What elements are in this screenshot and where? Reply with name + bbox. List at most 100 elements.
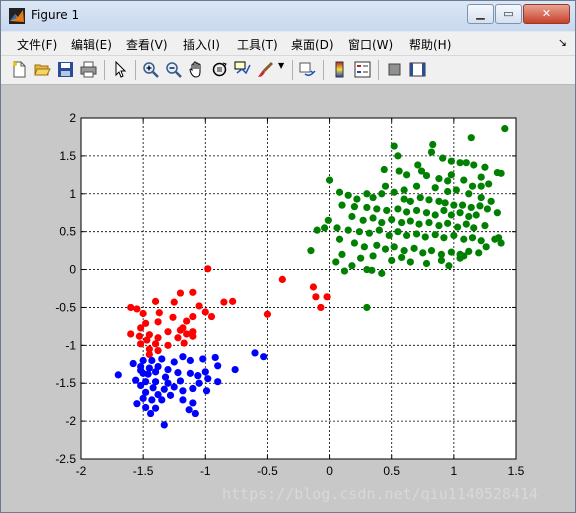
open-file-icon[interactable] — [34, 61, 51, 78]
print-icon[interactable] — [80, 61, 97, 78]
data-point — [164, 341, 172, 349]
minimize-button[interactable]: ▁ — [467, 4, 494, 24]
data-point — [417, 167, 426, 175]
menu-file[interactable]: 文件(F) — [17, 36, 57, 53]
x-tick-label: -0.5 — [257, 464, 278, 478]
data-cursor-icon[interactable] — [234, 61, 251, 78]
data-point — [189, 328, 197, 336]
data-point — [207, 312, 216, 321]
data-point — [460, 176, 468, 184]
data-point — [482, 243, 490, 251]
data-point — [390, 142, 398, 150]
data-point — [497, 169, 505, 177]
legend-icon[interactable] — [354, 61, 371, 78]
data-point — [477, 173, 485, 181]
data-point — [143, 336, 151, 344]
data-point — [388, 215, 396, 224]
data-point — [439, 154, 447, 162]
data-point — [422, 259, 431, 268]
data-point — [363, 203, 371, 212]
data-point — [133, 305, 141, 313]
data-point — [378, 269, 386, 277]
data-point — [137, 381, 145, 390]
menu-insert[interactable]: 插入(I) — [183, 36, 220, 53]
data-point — [148, 396, 156, 404]
data-point — [444, 219, 452, 227]
data-point — [183, 330, 191, 338]
zoom-out-icon[interactable] — [165, 61, 182, 78]
data-point — [419, 249, 427, 257]
data-point — [201, 368, 209, 376]
data-point — [435, 175, 443, 183]
data-point — [183, 317, 191, 325]
data-point — [350, 203, 359, 211]
data-point — [214, 378, 222, 386]
data-point — [468, 182, 477, 190]
new-figure-icon[interactable] — [11, 61, 28, 78]
menubar-dock-arrow-icon[interactable]: ↘ — [558, 36, 567, 49]
data-point — [132, 376, 140, 384]
data-point — [435, 222, 443, 230]
zoom-in-icon[interactable] — [142, 61, 159, 78]
data-point — [211, 353, 219, 362]
x-tick-label: -1.5 — [133, 464, 154, 478]
maximize-button[interactable]: ▭ — [495, 4, 522, 24]
menu-desktop[interactable]: 桌面(D) — [291, 36, 334, 53]
menu-tools[interactable]: 工具(T) — [237, 36, 278, 53]
data-point — [166, 391, 175, 399]
data-point — [368, 266, 376, 274]
edit-plot-icon[interactable] — [112, 61, 129, 78]
brush-icon[interactable] — [257, 61, 274, 78]
save-icon[interactable] — [57, 61, 74, 78]
menu-view[interactable]: 查看(V) — [126, 36, 168, 53]
data-point — [148, 356, 156, 365]
data-point — [431, 184, 439, 192]
data-point — [164, 365, 172, 374]
menu-window[interactable]: 窗口(W) — [348, 36, 393, 53]
brush-dropdown-icon[interactable]: ▼ — [278, 61, 286, 78]
menu-edit[interactable]: 编辑(E) — [71, 36, 112, 53]
data-point — [348, 262, 356, 270]
x-tick-label: -2 — [76, 464, 87, 478]
window-title: Figure 1 — [31, 8, 80, 22]
data-point — [422, 209, 431, 217]
scatter-plot[interactable]: -2 -1.5 -1 -0.5 0 0.5 1 1.5 2 1.5 1 0.5 0 -0.5 -1 -1.5 -… — [1, 85, 575, 512]
colorbar-icon[interactable] — [331, 61, 348, 78]
data-point — [338, 250, 346, 258]
title-bar[interactable]: Figure 1 ▁ ▭ ✕ — [1, 1, 575, 31]
data-point — [160, 421, 168, 429]
data-point — [231, 365, 239, 374]
data-point — [369, 193, 377, 202]
show-plot-tools-icon[interactable] — [409, 61, 426, 78]
data-point — [164, 328, 172, 336]
data-point — [378, 218, 386, 227]
data-point — [375, 226, 383, 234]
close-button[interactable]: ✕ — [523, 4, 570, 24]
x-tick-label: 1 — [451, 464, 458, 478]
menu-help[interactable]: 帮助(H) — [409, 36, 451, 53]
y-tick-label: 0 — [69, 263, 76, 277]
link-plot-icon[interactable] — [299, 61, 316, 78]
data-point — [139, 394, 147, 402]
rotate-3d-icon[interactable] — [211, 61, 228, 78]
data-point — [425, 196, 433, 204]
pan-icon[interactable] — [188, 61, 205, 78]
data-point — [323, 293, 331, 301]
data-point — [251, 349, 259, 357]
data-point — [412, 182, 421, 190]
data-point — [309, 283, 318, 291]
data-point — [406, 258, 414, 266]
data-point — [475, 249, 483, 257]
hide-plot-tools-icon[interactable] — [386, 61, 403, 78]
data-point — [313, 226, 321, 234]
data-point — [415, 220, 423, 228]
data-point — [186, 369, 194, 377]
data-point — [340, 267, 349, 275]
data-point — [154, 318, 162, 326]
data-point — [431, 231, 439, 239]
data-point — [350, 239, 359, 247]
data-point — [400, 247, 408, 255]
data-point — [137, 340, 145, 348]
toolbar-separator — [135, 60, 136, 80]
y-tick-label: -1 — [65, 338, 76, 352]
